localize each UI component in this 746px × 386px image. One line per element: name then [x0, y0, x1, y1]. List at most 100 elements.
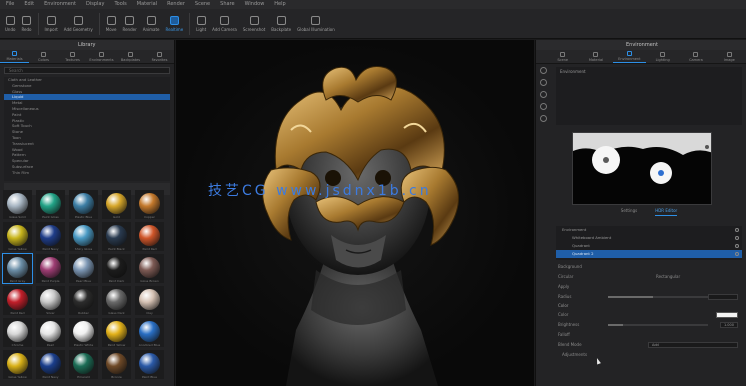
color-swatch[interactable] — [716, 312, 738, 318]
panel-tab-material[interactable]: Material — [579, 50, 612, 63]
edit-environment-icon[interactable] — [540, 103, 547, 110]
toolbar-button-undo[interactable]: Undo — [2, 10, 18, 38]
material-thumbnail[interactable]: Paint Purple — [36, 254, 65, 283]
library-tab-colors[interactable]: Colors — [29, 50, 58, 63]
material-thumbnail[interactable]: Paint Blue — [135, 350, 164, 379]
hdr-layer-row[interactable]: Quadrant 2 — [556, 250, 742, 258]
toolbar-button-light[interactable]: Light — [193, 10, 209, 38]
radius-field[interactable] — [708, 294, 738, 300]
toolbar-button-screenshot[interactable]: Screenshot — [240, 10, 268, 38]
menu-item-environment[interactable]: Environment — [44, 0, 76, 9]
toolbar-button-add-geometry[interactable]: Add Geometry — [61, 10, 96, 38]
settings-environment-icon[interactable] — [540, 115, 547, 122]
material-thumbnail[interactable]: Glass Solid — [3, 190, 32, 219]
material-thumbnail[interactable]: Gloss Yellow — [3, 222, 32, 251]
blend-mode-select[interactable]: Add — [648, 342, 738, 348]
hdr-preview[interactable] — [572, 132, 712, 205]
radius-slider[interactable] — [608, 296, 708, 298]
library-tab-backplates[interactable]: Backplates — [116, 50, 145, 63]
circular-shape-option[interactable]: Circular — [558, 274, 573, 279]
material-thumbnail[interactable]: Plastic Blue — [69, 190, 98, 219]
add-environment-icon[interactable] — [540, 67, 547, 74]
menu-item-tools[interactable]: Tools — [114, 0, 126, 9]
render-viewport[interactable]: 技艺CG www.jsdnx1b.cn — [176, 40, 534, 386]
material-thumbnail[interactable]: Clay — [135, 286, 164, 315]
material-thumbnail[interactable]: Paint Red — [135, 222, 164, 251]
hdr-layer-row[interactable]: Quadrant — [556, 242, 742, 250]
material-thumbnail[interactable]: Paint Navy — [36, 222, 65, 251]
material-thumbnail[interactable]: Paint Gray — [2, 253, 33, 284]
menu-item-edit[interactable]: Edit — [24, 0, 34, 9]
material-thumbnail[interactable]: Glass Dark — [102, 286, 131, 315]
material-thumbnail[interactable]: Paint Red — [3, 286, 32, 315]
material-thumbnail[interactable]: Paint Yellow — [102, 318, 131, 347]
apply-checkbox-label[interactable]: Apply — [558, 284, 569, 289]
library-tab-environments[interactable]: Environments — [87, 50, 116, 63]
sub-tab-hdr-editor[interactable]: HDR Editor — [655, 206, 678, 216]
material-thumbnail[interactable]: Shiny Gloss — [69, 222, 98, 251]
library-tab-materials[interactable]: Materials — [0, 50, 29, 63]
material-thumbnail[interactable]: Gloss Yellow — [3, 350, 32, 379]
material-thumbnail[interactable]: Chrome — [3, 318, 32, 347]
material-thumbnail[interactable]: Anodized Blue — [135, 318, 164, 347]
menu-item-material[interactable]: Material — [137, 0, 157, 9]
toolbar-button-global-illumination[interactable]: Global Illumination — [294, 10, 338, 38]
material-thumbnail[interactable]: Rubber — [69, 286, 98, 315]
toolbar-button-render[interactable]: Render — [119, 10, 139, 38]
panel-tab-environment[interactable]: Environment — [612, 50, 646, 63]
material-thumbnail[interactable]: Paint Black — [102, 222, 131, 251]
duplicate-environment-icon[interactable] — [540, 79, 547, 86]
material-thumbnail[interactable]: Pearl — [36, 318, 65, 347]
menu-item-scene[interactable]: Scene — [195, 0, 210, 9]
menu-item-display[interactable]: Display — [86, 0, 104, 9]
panel-tab-image[interactable]: Image — [713, 50, 746, 63]
delete-environment-icon[interactable] — [540, 91, 547, 98]
hdr-layer-row[interactable]: Whiteboard Ambient — [556, 234, 742, 242]
toolbar-button-import[interactable]: Import — [42, 10, 61, 38]
material-thumbnail[interactable]: Plastic White — [69, 318, 98, 347]
library-tab-favorites[interactable]: Favorites — [145, 50, 174, 63]
visibility-eye-icon[interactable] — [735, 244, 739, 248]
panel-tab-lighting[interactable]: Lighting — [646, 50, 679, 63]
brightness-slider[interactable] — [608, 324, 708, 326]
environment-list[interactable]: Environment — [556, 67, 742, 125]
material-thumbnail[interactable]: Pearl Blue — [69, 254, 98, 283]
hdr-layer-row[interactable]: Environment — [556, 226, 742, 234]
material-thumbnail[interactable]: Paint Navy — [36, 350, 65, 379]
material-thumbnail[interactable]: Gloss Brown — [135, 254, 164, 283]
environment-list-item[interactable]: Environment — [556, 67, 742, 76]
tree-item[interactable]: Thin Film — [4, 170, 170, 176]
menu-item-render[interactable]: Render — [167, 0, 185, 9]
toolbar-button-backplate[interactable]: Backplate — [268, 10, 294, 38]
rectangular-shape-option[interactable]: Rectangular — [656, 272, 680, 282]
menu-item-window[interactable]: Window — [245, 0, 265, 9]
panel-tab-camera[interactable]: Camera — [679, 50, 712, 63]
adjustments-label[interactable]: Adjustments — [558, 352, 587, 357]
material-thumbnail[interactable]: Paint Gloss — [36, 190, 65, 219]
menu-item-help[interactable]: Help — [274, 0, 285, 9]
visibility-eye-icon[interactable] — [735, 252, 739, 256]
panel-tab-scene[interactable]: Scene — [546, 50, 579, 63]
material-thumbnail[interactable]: Copper — [135, 190, 164, 219]
color-section-header[interactable]: Color — [556, 302, 742, 310]
visibility-eye-icon[interactable] — [735, 236, 739, 240]
material-thumbnail[interactable]: Bronze — [102, 350, 131, 379]
brightness-field[interactable]: 1.000 — [719, 322, 738, 328]
sub-tab-settings[interactable]: Settings — [621, 206, 637, 216]
visibility-eye-icon[interactable] — [735, 228, 739, 232]
material-thumbnail[interactable]: Gold — [102, 190, 131, 219]
menu-item-file[interactable]: File — [6, 0, 14, 9]
material-thumbnail[interactable]: Silver — [36, 286, 65, 315]
toolbar-button-add-camera[interactable]: Add Camera — [209, 10, 240, 38]
toolbar-button-realtime[interactable]: Realtime — [163, 10, 187, 38]
toolbar-button-move[interactable]: Move — [103, 10, 120, 38]
toolbar-button-redo[interactable]: Redo — [18, 10, 34, 38]
toolbar-button-label: Redo — [21, 26, 32, 32]
library-search-input[interactable]: Search — [4, 67, 170, 74]
material-thumbnail[interactable]: Emerald — [69, 350, 98, 379]
material-thumbnail[interactable]: Paint Dark — [102, 254, 131, 283]
toolbar-button-animate[interactable]: Animate — [140, 10, 163, 38]
library-tab-textures[interactable]: Textures — [58, 50, 87, 63]
material-label: Paint Red — [142, 247, 157, 251]
menu-item-share[interactable]: Share — [220, 0, 234, 9]
